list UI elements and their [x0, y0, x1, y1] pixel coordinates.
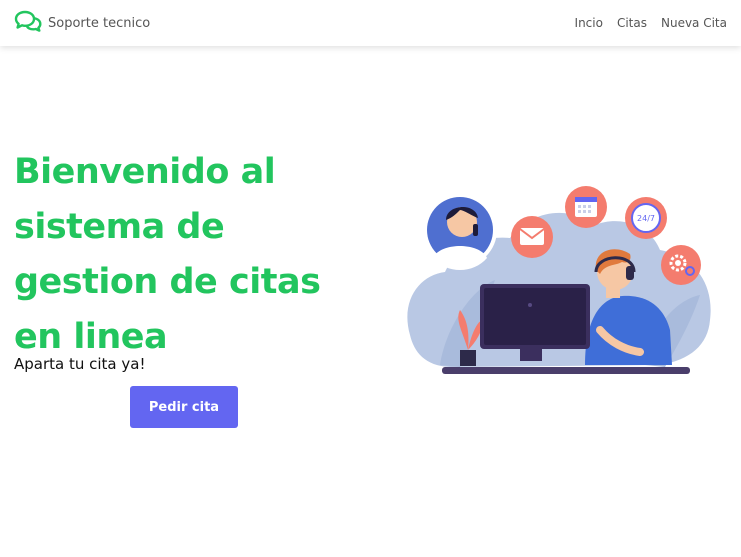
brand-name: Soporte tecnico — [48, 15, 151, 31]
nav-link-nueva-cita[interactable]: Nueva Cita — [661, 16, 727, 30]
calendar-icon — [565, 186, 607, 228]
clock-label: 24/7 — [637, 214, 655, 223]
brand-link[interactable]: Soporte tecnico — [14, 10, 150, 37]
hero-title: Bienvenido al sistema de gestion de cita… — [14, 152, 321, 357]
navbar: Soporte tecnico Incio Citas Nueva Cita — [0, 0, 741, 46]
nav-links: Incio Citas Nueva Cita — [575, 16, 727, 30]
desk — [442, 367, 690, 374]
email-icon — [511, 216, 553, 258]
hero-subtitle: Aparta tu cita ya! — [14, 355, 146, 373]
gear-icon — [661, 245, 701, 285]
clock-24-7-icon: 24/7 — [625, 197, 667, 239]
pedir-cita-button[interactable]: Pedir cita — [130, 386, 238, 428]
agent-avatar — [423, 193, 497, 270]
support-illustration: 24/7 — [400, 180, 720, 385]
nav-link-inicio[interactable]: Incio — [575, 16, 603, 30]
chat-bubbles-icon — [14, 10, 42, 37]
nav-link-citas[interactable]: Citas — [617, 16, 647, 30]
